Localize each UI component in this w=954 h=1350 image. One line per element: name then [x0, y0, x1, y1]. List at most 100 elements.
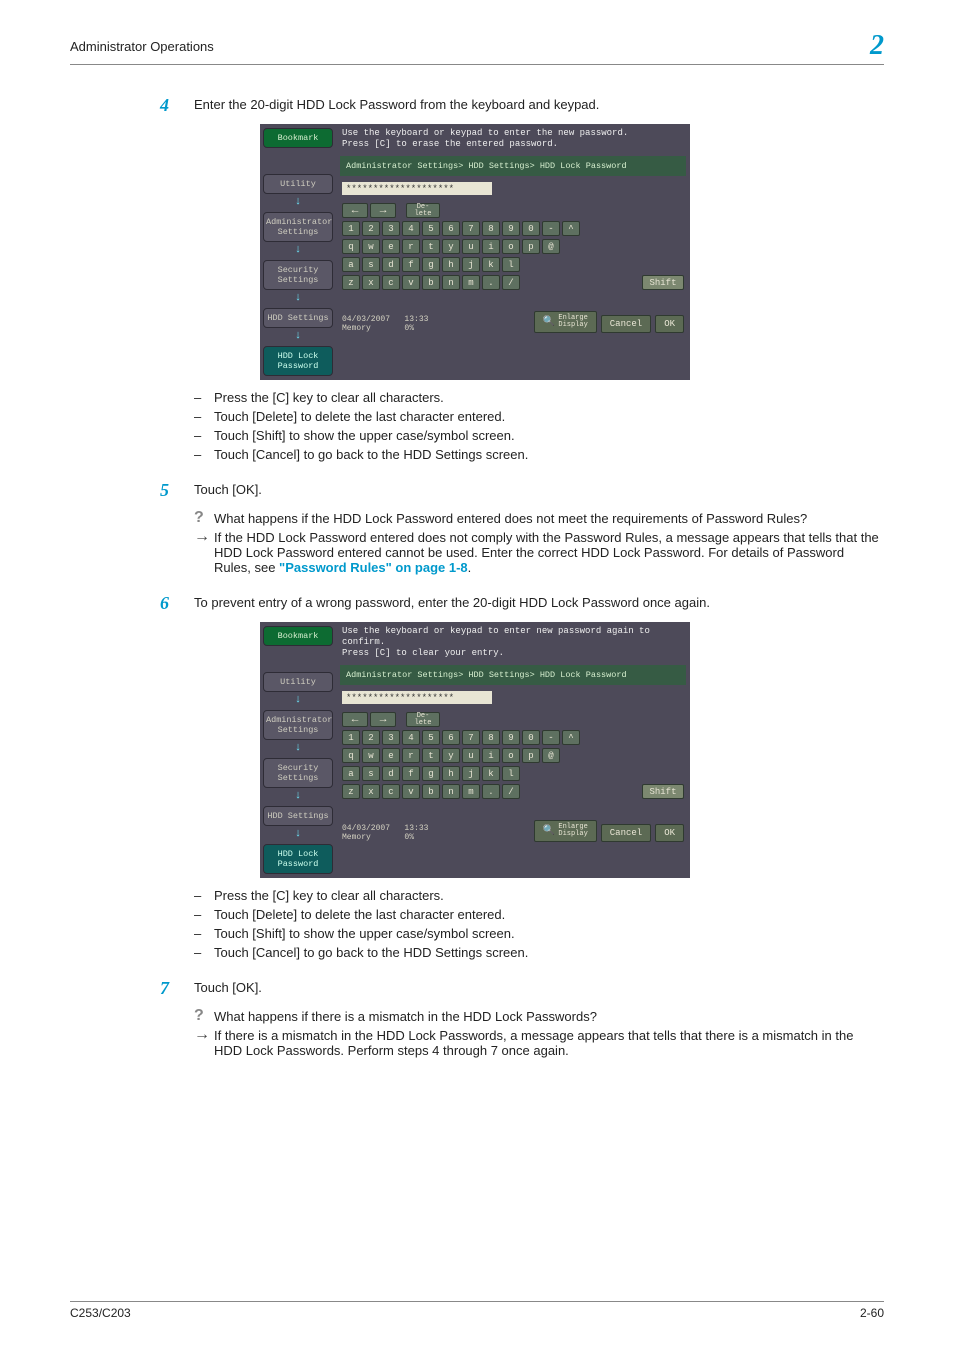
sidebar-hdd-settings[interactable]: HDD Settings — [263, 806, 333, 826]
shift-key[interactable]: Shift — [642, 275, 684, 290]
key-q[interactable]: q — [342, 239, 360, 254]
key-7[interactable]: 7 — [462, 730, 480, 745]
key-2[interactable]: 2 — [362, 730, 380, 745]
key-e[interactable]: e — [382, 239, 400, 254]
sidebar-security-settings[interactable]: Security Settings — [263, 758, 333, 788]
enlarge-display-button[interactable]: 🔍Enlarge Display — [534, 311, 597, 333]
cursor-left-key[interactable]: ← — [342, 203, 368, 218]
key-4[interactable]: 4 — [402, 730, 420, 745]
key-8[interactable]: 8 — [482, 730, 500, 745]
key-7[interactable]: 7 — [462, 221, 480, 236]
key-m[interactable]: m — [462, 784, 480, 799]
key-h[interactable]: h — [442, 257, 460, 272]
key-b[interactable]: b — [422, 275, 440, 290]
password-input[interactable]: ******************** — [342, 691, 492, 704]
key-f[interactable]: f — [402, 257, 420, 272]
key-w[interactable]: w — [362, 748, 380, 763]
key-.[interactable]: . — [482, 784, 500, 799]
key-@[interactable]: @ — [542, 239, 560, 254]
key-9[interactable]: 9 — [502, 730, 520, 745]
key-j[interactable]: j — [462, 257, 480, 272]
key-/[interactable]: / — [502, 784, 520, 799]
key-y[interactable]: y — [442, 239, 460, 254]
key-g[interactable]: g — [422, 257, 440, 272]
key-x[interactable]: x — [362, 784, 380, 799]
key-@[interactable]: @ — [542, 748, 560, 763]
key-4[interactable]: 4 — [402, 221, 420, 236]
key-i[interactable]: i — [482, 239, 500, 254]
key-1[interactable]: 1 — [342, 221, 360, 236]
password-input[interactable]: ******************** — [342, 182, 492, 195]
key-a[interactable]: a — [342, 257, 360, 272]
cancel-button[interactable]: Cancel — [601, 824, 651, 842]
cancel-button[interactable]: Cancel — [601, 315, 651, 333]
key-0[interactable]: 0 — [522, 221, 540, 236]
key-p[interactable]: p — [522, 748, 540, 763]
key-n[interactable]: n — [442, 784, 460, 799]
key-q[interactable]: q — [342, 748, 360, 763]
key-d[interactable]: d — [382, 257, 400, 272]
sidebar-hdd-lock-password[interactable]: HDD Lock Password — [263, 346, 333, 376]
key-r[interactable]: r — [402, 239, 420, 254]
key-^[interactable]: ^ — [562, 221, 580, 236]
key-o[interactable]: o — [502, 748, 520, 763]
key-5[interactable]: 5 — [422, 221, 440, 236]
key-^[interactable]: ^ — [562, 730, 580, 745]
key-j[interactable]: j — [462, 766, 480, 781]
key-3[interactable]: 3 — [382, 730, 400, 745]
key-i[interactable]: i — [482, 748, 500, 763]
sidebar-hdd-settings[interactable]: HDD Settings — [263, 308, 333, 328]
sidebar-utility[interactable]: Utility — [263, 672, 333, 692]
delete-key[interactable]: De- lete — [406, 203, 440, 218]
key-s[interactable]: s — [362, 766, 380, 781]
key-t[interactable]: t — [422, 748, 440, 763]
key--[interactable]: - — [542, 221, 560, 236]
key-g[interactable]: g — [422, 766, 440, 781]
key-9[interactable]: 9 — [502, 221, 520, 236]
key-n[interactable]: n — [442, 275, 460, 290]
key-u[interactable]: u — [462, 239, 480, 254]
key-u[interactable]: u — [462, 748, 480, 763]
key-k[interactable]: k — [482, 766, 500, 781]
password-rules-link[interactable]: "Password Rules" on page 1-8 — [279, 560, 468, 575]
cursor-right-key[interactable]: → — [370, 712, 396, 727]
key-1[interactable]: 1 — [342, 730, 360, 745]
key-c[interactable]: c — [382, 784, 400, 799]
sidebar-administrator-settings[interactable]: Administrator Settings — [263, 212, 333, 242]
key-.[interactable]: . — [482, 275, 500, 290]
key-c[interactable]: c — [382, 275, 400, 290]
key-l[interactable]: l — [502, 257, 520, 272]
key-6[interactable]: 6 — [442, 730, 460, 745]
key-x[interactable]: x — [362, 275, 380, 290]
key-d[interactable]: d — [382, 766, 400, 781]
key--[interactable]: - — [542, 730, 560, 745]
ok-button[interactable]: OK — [655, 315, 684, 333]
key-h[interactable]: h — [442, 766, 460, 781]
key-a[interactable]: a — [342, 766, 360, 781]
cursor-left-key[interactable]: ← — [342, 712, 368, 727]
key-f[interactable]: f — [402, 766, 420, 781]
key-s[interactable]: s — [362, 257, 380, 272]
delete-key[interactable]: De- lete — [406, 712, 440, 727]
key-m[interactable]: m — [462, 275, 480, 290]
bookmark-button[interactable]: Bookmark — [263, 626, 333, 646]
key-b[interactable]: b — [422, 784, 440, 799]
key-5[interactable]: 5 — [422, 730, 440, 745]
sidebar-utility[interactable]: Utility — [263, 174, 333, 194]
key-8[interactable]: 8 — [482, 221, 500, 236]
key-y[interactable]: y — [442, 748, 460, 763]
shift-key[interactable]: Shift — [642, 784, 684, 799]
key-k[interactable]: k — [482, 257, 500, 272]
key-t[interactable]: t — [422, 239, 440, 254]
key-v[interactable]: v — [402, 784, 420, 799]
key-6[interactable]: 6 — [442, 221, 460, 236]
ok-button[interactable]: OK — [655, 824, 684, 842]
bookmark-button[interactable]: Bookmark — [263, 128, 333, 148]
key-z[interactable]: z — [342, 275, 360, 290]
enlarge-display-button[interactable]: 🔍Enlarge Display — [534, 820, 597, 842]
cursor-right-key[interactable]: → — [370, 203, 396, 218]
sidebar-security-settings[interactable]: Security Settings — [263, 260, 333, 290]
key-2[interactable]: 2 — [362, 221, 380, 236]
key-r[interactable]: r — [402, 748, 420, 763]
key-o[interactable]: o — [502, 239, 520, 254]
